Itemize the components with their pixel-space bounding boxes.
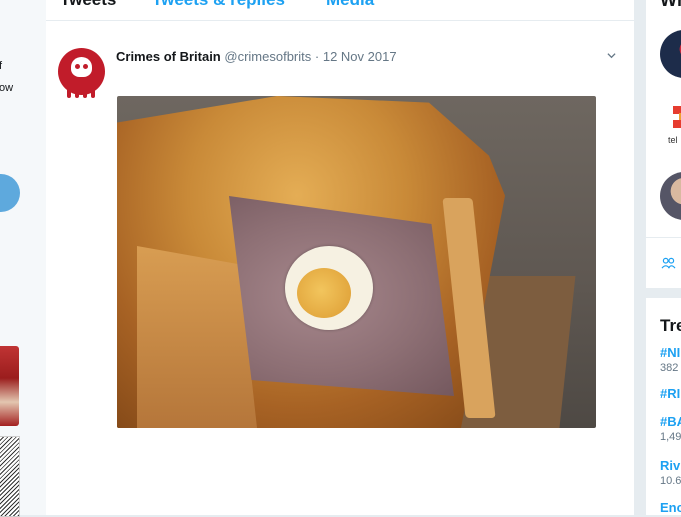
chevron-down-icon[interactable] xyxy=(607,51,616,60)
trend-name[interactable]: #NI xyxy=(660,345,680,360)
media-thumbnail[interactable] xyxy=(0,346,19,426)
tweet-header: Crimes of Britain @crimesofbrits · 12 No… xyxy=(116,49,397,64)
trend-count: 10.6 xyxy=(660,475,681,487)
who-to-follow-card: Wh tel xyxy=(646,0,681,288)
trend-item[interactable]: Enc xyxy=(660,500,681,515)
divider xyxy=(646,237,681,238)
suggested-account-avatar[interactable] xyxy=(660,172,681,220)
trend-name[interactable]: Enc xyxy=(660,500,681,515)
follow-button[interactable] xyxy=(0,174,20,212)
photo-egg-yolk xyxy=(297,268,351,318)
blood-drip xyxy=(91,86,95,98)
profile-tabs: Tweets Tweets & replies Media xyxy=(46,0,634,21)
author-handle[interactable]: @crimesofbrits xyxy=(224,49,311,64)
tab-tweets[interactable]: Tweets xyxy=(60,0,116,10)
tab-media[interactable]: Media xyxy=(326,0,374,10)
avatar[interactable] xyxy=(58,48,105,98)
skull-eye xyxy=(75,64,80,69)
suggested-account-avatar[interactable] xyxy=(660,30,681,78)
trend-count: 382 xyxy=(660,362,679,374)
trend-name[interactable]: #BA xyxy=(660,414,681,429)
trend-item[interactable]: #BA 1,49 xyxy=(660,414,681,443)
trends-card: Tre #NI 382 #RI #BA 1,49 Riv 10.6 Enc xyxy=(646,298,681,515)
suggested-account-label: tel xyxy=(668,135,678,145)
timeline: Tweets Tweets & replies Media Crimes of … xyxy=(46,0,634,515)
tab-tweets-and-replies[interactable]: Tweets & replies xyxy=(152,0,285,10)
trend-count: 1,49 xyxy=(660,431,681,443)
who-to-follow-title: Wh xyxy=(660,0,681,10)
trend-item[interactable]: Riv 10.6 xyxy=(660,458,681,487)
media-thumbnail[interactable] xyxy=(0,436,20,517)
trend-item[interactable]: #RI xyxy=(660,386,680,403)
blood-drip xyxy=(75,84,79,98)
logo-square xyxy=(673,120,681,128)
people-icon[interactable] xyxy=(661,257,676,270)
blood-drip xyxy=(83,89,87,98)
trend-name[interactable]: Riv xyxy=(660,458,681,473)
skull-icon xyxy=(71,57,92,77)
trend-item[interactable]: #NI 382 xyxy=(660,345,680,374)
trend-name[interactable]: #RI xyxy=(660,386,680,401)
tweet-date[interactable]: 12 Nov 2017 xyxy=(323,49,397,64)
left-column: f ow xyxy=(0,0,46,517)
tweet-photo[interactable] xyxy=(117,96,596,428)
trends-title: Tre xyxy=(660,316,681,335)
left-text-fragment: ow xyxy=(0,82,14,94)
skull-eye xyxy=(83,64,88,69)
separator: · xyxy=(314,49,320,64)
author-name[interactable]: Crimes of Britain xyxy=(116,49,221,64)
right-sidebar: Wh tel Tre #NI 382 #RI #BA 1,49 xyxy=(646,0,681,515)
blood-drip xyxy=(67,88,71,98)
left-text-fragment: f xyxy=(0,60,3,72)
